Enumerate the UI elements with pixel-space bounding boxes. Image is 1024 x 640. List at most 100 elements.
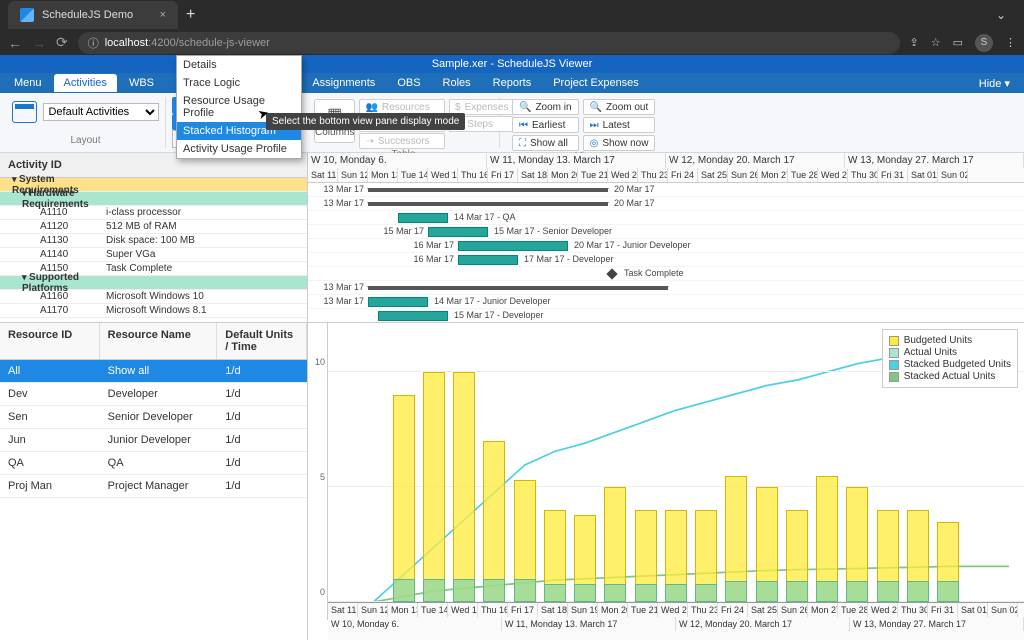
chart-bar	[514, 579, 536, 602]
legend-item: Stacked Budgeted Units	[889, 359, 1011, 370]
resource-row[interactable]: AllShow all1/d	[0, 360, 307, 383]
col-resource-name[interactable]: Resource Name	[100, 323, 218, 359]
gantt-row[interactable]: 13 Mar 1714 Mar 17 - Junior Developer	[308, 295, 1024, 309]
activity-row[interactable]: A1140Super VGa	[0, 248, 307, 262]
day-header: Thu 30	[898, 603, 928, 617]
show-all-button[interactable]: ⛶Show all	[512, 135, 579, 151]
day-header: Sun 02	[988, 603, 1018, 617]
tab-close-icon[interactable]: ×	[160, 9, 166, 21]
new-tab-icon[interactable]: +	[186, 6, 195, 24]
resource-table-header: Resource ID Resource Name Default Units …	[0, 323, 307, 360]
people-icon: 👥	[365, 102, 377, 113]
day-header: Wed 22	[658, 603, 688, 617]
gantt-row[interactable]: 14 Mar 17 - QA	[308, 211, 1024, 225]
day-header: Tue 28	[788, 168, 818, 182]
dropdown-item[interactable]: Trace Logic	[177, 74, 301, 92]
activity-row[interactable]: A1110i-class processor	[0, 206, 307, 220]
day-header: Fri 17	[488, 168, 518, 182]
gantt-row[interactable]: 15 Mar 1715 Mar 17 - Senior Developer	[308, 225, 1024, 239]
share-icon[interactable]: ⇪	[910, 36, 919, 49]
chart-bar	[574, 584, 596, 602]
resource-row[interactable]: SenSenior Developer1/d	[0, 406, 307, 429]
week-header: W 11, Monday 13. March 17	[487, 153, 666, 168]
main-menu: MenuActivitiesWBSProjectsResourcesAssign…	[0, 73, 1024, 93]
week-header: W 11, Monday 13. March 17	[502, 617, 676, 631]
activity-row[interactable]: A1120512 MB of RAM	[0, 220, 307, 234]
successors-button[interactable]: ⇢Successors	[359, 133, 445, 149]
zoom-in-button[interactable]: 🔍Zoom in	[512, 99, 579, 115]
activity-row[interactable]: A1130Disk space: 100 MB	[0, 234, 307, 248]
gantt-row[interactable]: 15 Mar 17 - Developer	[308, 309, 1024, 322]
dropdown-item[interactable]: Activity Usage Profile	[177, 140, 301, 158]
menu-assignments[interactable]: Assignments	[302, 74, 385, 92]
hide-button[interactable]: Hide ▾	[969, 74, 1020, 93]
day-header: Mon 13	[368, 168, 398, 182]
activity-row[interactable]: A1160Microsoft Windows 10	[0, 290, 307, 304]
reload-icon[interactable]: ⟳	[56, 34, 68, 51]
day-header: Wed 29	[868, 603, 898, 617]
gantt-row[interactable]: 13 Mar 1720 Mar 17	[308, 183, 1024, 197]
menu-project expenses[interactable]: Project Expenses	[543, 74, 649, 92]
col-resource-id[interactable]: Resource ID	[0, 323, 100, 359]
gantt-row[interactable]: 16 Mar 1720 Mar 17 - Junior Developer	[308, 239, 1024, 253]
activity-row[interactable]: Supported Platforms	[0, 276, 307, 290]
menu-activities[interactable]: Activities	[54, 74, 117, 92]
chart-bar	[846, 581, 868, 602]
day-header: Mon 13	[388, 603, 418, 617]
day-header: Sat 01	[958, 603, 988, 617]
profile-avatar[interactable]: S	[975, 34, 993, 52]
latest-button[interactable]: ⏭Latest	[583, 117, 656, 133]
day-header: Wed 15	[448, 603, 478, 617]
tab-title: ScheduleJS Demo	[42, 9, 133, 21]
menu-menu[interactable]: Menu	[4, 74, 52, 92]
show-now-button[interactable]: ◎Show now	[583, 135, 656, 151]
day-header: Sat 18	[538, 603, 568, 617]
day-header: Fri 31	[878, 168, 908, 182]
browser-tab[interactable]: ScheduleJS Demo ×	[8, 1, 178, 29]
day-header: Thu 23	[638, 168, 668, 182]
day-header: Mon 20	[598, 603, 628, 617]
day-header: Sat 25	[748, 603, 778, 617]
menu-reports[interactable]: Reports	[483, 74, 542, 92]
tabs-overflow-icon[interactable]: ⌄	[996, 8, 1016, 22]
day-header: Sat 01	[908, 168, 938, 182]
kebab-menu-icon[interactable]: ⋮	[1005, 36, 1016, 49]
layout-combo[interactable]: Default Activities	[43, 103, 159, 121]
earliest-button[interactable]: ⏮Earliest	[512, 117, 579, 133]
gantt-row[interactable]: 16 Mar 1717 Mar 17 - Developer	[308, 253, 1024, 267]
resource-row[interactable]: Proj ManProject Manager1/d	[0, 475, 307, 498]
resource-row[interactable]: QAQA1/d	[0, 452, 307, 475]
gantt-row[interactable]: 13 Mar 17	[308, 281, 1024, 295]
col-default-units[interactable]: Default Units / Time	[217, 323, 307, 359]
dropdown-item[interactable]: Details	[177, 56, 301, 74]
resource-row[interactable]: DevDeveloper1/d	[0, 383, 307, 406]
day-header: Sat 11	[328, 603, 358, 617]
activity-row[interactable]: Hardware Requirements	[0, 192, 307, 206]
day-header: Sat 11	[308, 168, 338, 182]
back-icon[interactable]: ←	[8, 35, 22, 51]
chart-bar	[544, 584, 566, 602]
chart-bar	[483, 441, 505, 602]
zoom-out-button[interactable]: 🔍Zoom out	[583, 99, 656, 115]
bookmark-icon[interactable]: ☆	[931, 36, 941, 49]
zoom-out-icon: 🔍	[590, 102, 602, 113]
resource-row[interactable]: JunJunior Developer1/d	[0, 429, 307, 452]
chart-bar	[423, 579, 445, 602]
menu-wbs[interactable]: WBS	[119, 74, 164, 92]
panel-icon[interactable]: ▭	[953, 36, 963, 49]
day-header: Thu 16	[478, 603, 508, 617]
gantt-row[interactable]: Task Complete	[308, 267, 1024, 281]
site-info-icon[interactable]: ⓘ	[88, 35, 99, 51]
day-header: Fri 24	[718, 603, 748, 617]
menu-roles[interactable]: Roles	[433, 74, 481, 92]
app-title: Sample.xer - ScheduleJS Viewer	[0, 55, 1024, 73]
day-header: Fri 31	[928, 603, 958, 617]
forward-icon[interactable]: →	[32, 35, 46, 51]
expand-icon: ⛶	[519, 138, 526, 149]
gantt-row[interactable]: 13 Mar 1720 Mar 17	[308, 197, 1024, 211]
activity-row[interactable]: A1170Microsoft Windows 8.1	[0, 304, 307, 318]
url-bar[interactable]: ⓘ localhost:4200/schedule-js-viewer	[78, 32, 900, 54]
chart-bar	[423, 372, 445, 602]
menu-obs[interactable]: OBS	[387, 74, 430, 92]
layout-icon[interactable]	[12, 101, 37, 123]
